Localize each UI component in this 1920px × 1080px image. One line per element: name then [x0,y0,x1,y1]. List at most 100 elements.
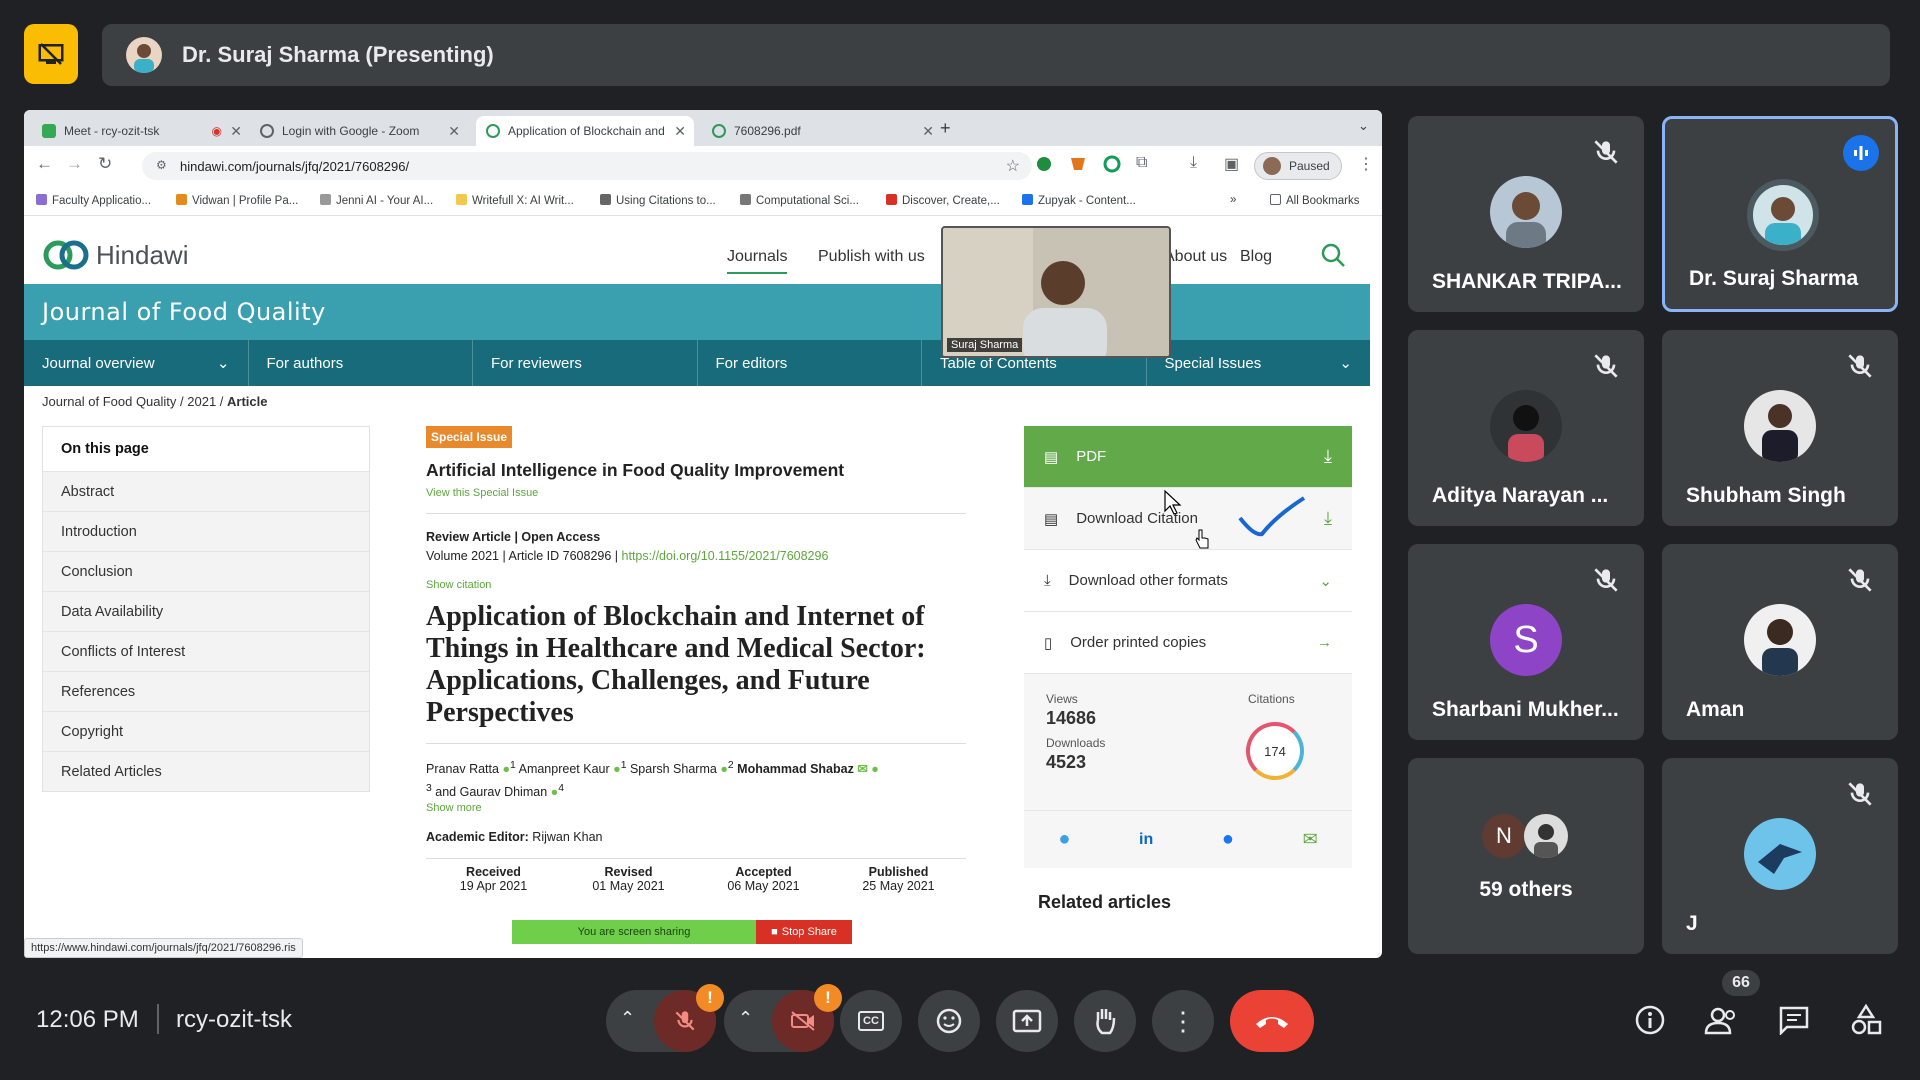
address-bar[interactable]: ⚙ hindawi.com/journals/jfq/2021/7608296/… [142,152,1032,180]
nav-blog[interactable]: Blog [1240,248,1272,266]
leave-call-button[interactable] [1230,990,1314,1052]
extension-icon[interactable] [1102,154,1126,178]
view-special-issue-link[interactable]: View this Special Issue [426,487,966,499]
journal-nav-reviewers[interactable]: For reviewers [473,340,698,386]
close-icon[interactable]: ✕ [922,123,934,140]
video-options-chevron-icon[interactable]: ⌃ [738,1008,753,1029]
search-icon[interactable] [1320,242,1346,273]
pdf-button[interactable]: ▤ PDF ⤓ [1024,426,1352,488]
journal-nav-authors[interactable]: For authors [249,340,473,386]
close-icon[interactable]: ✕ [674,123,686,140]
journal-title[interactable]: Journal of Food Quality [42,298,326,326]
toc-abstract[interactable]: Abstract [43,471,369,511]
participant-tile[interactable]: Aditya Narayan ... [1408,330,1644,526]
bookmark-item[interactable]: Writefull X: AI Writ... [456,194,574,207]
participant-tile[interactable]: Shubham Singh [1662,330,1898,526]
participant-tile[interactable]: Aman [1662,544,1898,740]
author-corresponding[interactable]: Mohammad Shabaz ✉ ● [737,762,879,776]
author[interactable]: Amanpreet Kaur ●1 [519,760,627,776]
toc-data-availability[interactable]: Data Availability [43,591,369,631]
participant-tile[interactable]: J [1662,758,1898,954]
participant-tile-others[interactable]: N 59 others [1408,758,1644,954]
more-options-button[interactable]: ⋮ [1152,990,1214,1052]
breadcrumb-journal[interactable]: Journal of Food Quality [42,394,176,409]
chat-button[interactable] [1776,1002,1812,1038]
facebook-icon[interactable]: ● [1222,828,1234,851]
tab-pdf[interactable]: 7608296.pdf ✕ [702,116,942,146]
close-icon[interactable]: ✕ [230,123,242,140]
breadcrumb-year[interactable]: 2021 [187,394,216,409]
email-icon[interactable]: ✉ [1303,829,1318,850]
bookmark-item[interactable]: Using Citations to... [600,194,716,207]
citations-badge[interactable]: 174 [1246,722,1304,780]
journal-nav-overview[interactable]: Journal overview ⌄ [24,340,249,386]
meeting-info-button[interactable] [1632,1002,1668,1038]
bookmark-item[interactable]: Vidwan | Profile Pa... [176,194,298,207]
participant-avatar [1524,814,1568,858]
meeting-code: rcy-ozit-tsk [176,1006,292,1033]
bookmark-item[interactable]: Discover, Create,... [886,194,1000,207]
all-bookmarks[interactable]: All Bookmarks [1270,194,1360,207]
reload-icon[interactable]: ↻ [98,154,112,174]
author[interactable]: and Gaurav Dhiman ●4 [435,783,564,799]
audio-options-chevron-icon[interactable]: ⌃ [620,1008,635,1029]
download-icon[interactable]: ⤓ [1190,154,1197,172]
doi-link[interactable]: https://doi.org/10.1155/2021/7608296 [622,549,829,563]
self-view-video[interactable]: Suraj Sharma [941,226,1171,358]
bookmark-item[interactable]: Computational Sci... [740,194,859,207]
toc-introduction[interactable]: Introduction [43,511,369,551]
download-other-formats[interactable]: ⤓ Download other formats ⌄ [1024,550,1352,612]
presenting-icon[interactable] [24,24,78,84]
more-menu-icon[interactable]: ⋮ [1358,154,1374,174]
download-citation-button[interactable]: ▤ Download Citation ⤓ [1024,488,1352,550]
special-issue-title[interactable]: Artificial Intelligence in Food Quality … [426,460,966,481]
new-tab-icon[interactable]: + [940,118,951,139]
captions-button[interactable]: CC [840,990,902,1052]
nav-about[interactable]: About us [1164,248,1227,266]
toc-copyright[interactable]: Copyright [43,711,369,751]
profile-button[interactable]: Paused [1254,152,1342,180]
tab-search-icon[interactable]: ⌄ [1358,118,1369,134]
extension-icon[interactable] [1034,154,1058,178]
forward-icon[interactable]: → [66,154,83,174]
tab-zoom-login[interactable]: Login with Google - Zoom ✕ [250,116,468,146]
extension-icon[interactable] [1068,154,1092,178]
extensions-puzzle-icon[interactable]: ⧉ [1136,154,1147,172]
side-panel-icon[interactable]: ▣ [1224,154,1239,174]
toc-related-articles[interactable]: Related Articles [43,751,369,791]
author[interactable]: Sparsh Sharma ●2 [630,760,734,776]
present-screen-button[interactable] [996,990,1058,1052]
activities-button[interactable] [1848,1002,1884,1038]
close-icon[interactable]: ✕ [448,123,460,140]
toc-conflicts[interactable]: Conflicts of Interest [43,631,369,671]
tab-meet[interactable]: Meet - rcy-ozit-tsk ◉ ✕ [32,116,250,146]
site-info-icon[interactable]: ⚙ [156,158,167,172]
hindawi-logo[interactable]: Hindawi [42,238,189,272]
participant-tile[interactable]: SHANKAR TRIPA... [1408,116,1644,312]
order-printed-copies[interactable]: ▯ Order printed copies → [1024,612,1352,674]
show-citation-link[interactable]: Show citation [426,579,966,591]
show-more-link[interactable]: Show more [426,802,966,814]
people-button[interactable] [1704,1002,1740,1038]
nav-journals[interactable]: Journals [727,248,788,274]
journal-nav-special-issues[interactable]: Special Issues ⌄ [1147,340,1371,386]
participant-tile[interactable]: S Sharbani Mukher... [1408,544,1644,740]
linkedin-icon[interactable]: in [1139,831,1153,849]
bookmark-star-icon[interactable]: ☆ [1006,156,1020,176]
participant-tile-active-speaker[interactable]: Dr. Suraj Sharma [1662,116,1898,312]
raise-hand-button[interactable] [1074,990,1136,1052]
toc-conclusion[interactable]: Conclusion [43,551,369,591]
author[interactable]: Pranav Ratta ●1 [426,760,516,776]
bookmark-item[interactable]: Zupyak - Content... [1022,194,1136,207]
reactions-button[interactable] [918,990,980,1052]
nav-publish[interactable]: Publish with us [818,248,925,266]
stop-share-button[interactable]: ■ Stop Share [756,920,852,944]
toc-references[interactable]: References [43,671,369,711]
twitter-icon[interactable]: ● [1058,828,1070,851]
bookmark-item[interactable]: Faculty Applicatio... [36,194,151,207]
bookmark-item[interactable]: Jenni AI - Your AI... [320,194,433,207]
back-icon[interactable]: ← [36,154,53,174]
journal-nav-editors[interactable]: For editors [698,340,922,386]
tab-article[interactable]: Application of Blockchain and ✕ [476,116,694,146]
more-bookmarks-icon[interactable]: » [1230,194,1236,206]
